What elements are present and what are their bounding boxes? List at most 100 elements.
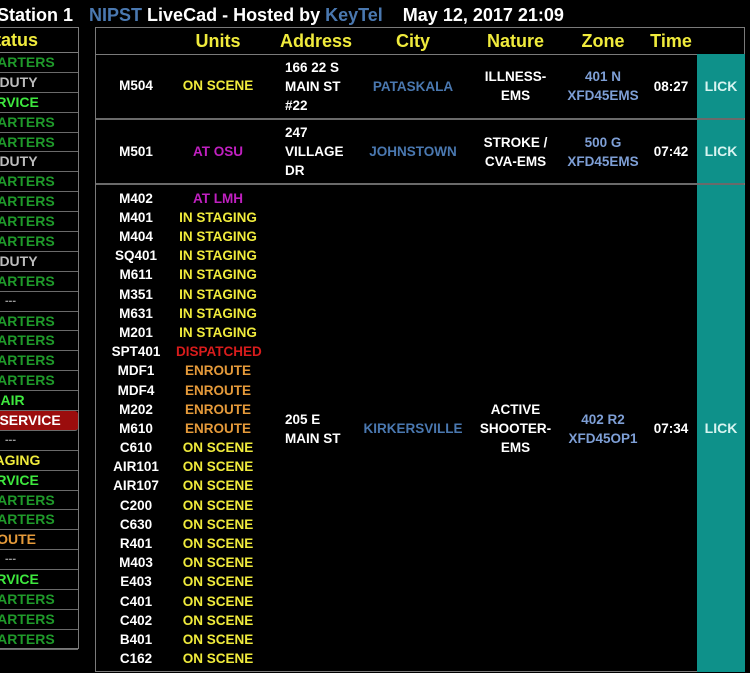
unit-id: M504 xyxy=(119,78,153,94)
incident-row[interactable]: M402 AT LMH M401 IN STAGING M404 IN STAGING SQ… xyxy=(96,185,745,672)
incident-time: 07:42 xyxy=(644,120,698,183)
incident-city-text: KIRKERSVILLE xyxy=(363,421,463,436)
unit-id: R401 xyxy=(119,536,153,552)
unit-id: M501 xyxy=(119,143,153,159)
status-row[interactable]: UARTERS xyxy=(0,212,78,233)
unit-assignment[interactable]: R401 ON SCENE xyxy=(96,534,260,553)
incident-city: KIRKERSVILLE xyxy=(358,185,468,672)
status-row[interactable]: UARTERS xyxy=(0,133,78,153)
unit-status: AT LMH xyxy=(193,190,243,206)
unit-status-panel: tatus UARTERSF DUTYERVICEUARTERSUARTERSF… xyxy=(0,27,79,650)
status-row[interactable]: UARTERS xyxy=(0,371,78,392)
unit-assignment[interactable]: M202 ENROUTE xyxy=(96,400,260,419)
unit-assignment[interactable]: C402 ON SCENE xyxy=(96,611,260,630)
incident-row[interactable]: M504 ON SCENE 166 22 S MAIN ST #22 PATASKAL… xyxy=(96,54,745,120)
unit-assignment[interactable]: C162 ON SCENE xyxy=(96,649,260,668)
click-button[interactable]: LICK xyxy=(697,120,745,183)
unit-assignment[interactable]: M611 IN STAGING xyxy=(96,265,260,284)
unit-assignment[interactable]: M401 IN STAGING xyxy=(96,208,260,227)
unit-assignment[interactable]: B401 ON SCENE xyxy=(96,630,260,649)
status-row[interactable]: F DUTY xyxy=(0,152,78,173)
status-row[interactable]: ROUTE xyxy=(0,530,78,551)
table-header: Units Address City Nature Zone Time xyxy=(96,28,744,55)
unit-assignment[interactable]: AIR107 ON SCENE xyxy=(96,476,260,495)
incident-zone: 401 N XFD45EMS xyxy=(562,54,644,118)
unit-assignment[interactable]: C630 ON SCENE xyxy=(96,515,260,534)
unit-assignment[interactable]: MDF4 ENROUTE xyxy=(96,381,260,400)
status-row[interactable]: UARTERS xyxy=(0,312,78,332)
unit-assignment[interactable]: SQ401 IN STAGING xyxy=(96,246,260,265)
unit-assignment[interactable]: M404 IN STAGING xyxy=(96,227,260,246)
unit-assignment[interactable]: M504 ON SCENE xyxy=(96,76,260,95)
incident-nature-text: ILLNESS-EMS xyxy=(484,69,547,103)
status-row[interactable]: UARTERS xyxy=(0,113,78,133)
status-row[interactable]: F SERVICE xyxy=(0,411,78,431)
unit-status: ON SCENE xyxy=(182,78,254,94)
click-button[interactable]: LICK xyxy=(697,185,745,672)
incident-city-text: JOHNSTOWN xyxy=(369,144,457,159)
status-row[interactable]: N AIR xyxy=(0,391,78,412)
unit-assignments: M504 ON SCENE xyxy=(96,54,260,118)
incident-city: JOHNSTOWN xyxy=(358,120,468,183)
status-row[interactable]: TAGING xyxy=(0,451,78,471)
status-row[interactable]: UARTERS xyxy=(0,590,78,610)
unit-assignment[interactable]: MDF1 ENROUTE xyxy=(96,361,260,380)
unit-assignment[interactable]: SPT401 DISPATCHED xyxy=(96,342,262,361)
unit-assignment[interactable]: M610 ENROUTE xyxy=(96,419,260,438)
unit-status: IN STAGING xyxy=(179,286,257,302)
unit-id: C162 xyxy=(119,651,153,667)
incident-time-text: 08:27 xyxy=(653,78,689,94)
unit-assignment[interactable]: M351 IN STAGING xyxy=(96,285,260,304)
status-row[interactable]: UARTERS xyxy=(0,272,78,292)
column-header-time[interactable]: Time xyxy=(644,28,698,54)
status-list: UARTERSF DUTYERVICEUARTERSUARTERSF DUTYU… xyxy=(0,53,78,650)
status-row[interactable]: UARTERS xyxy=(0,610,78,630)
status-row[interactable]: UARTERS xyxy=(0,331,78,352)
unit-id: C610 xyxy=(119,440,153,456)
status-row[interactable]: UARTERS xyxy=(0,53,78,73)
unit-assignment[interactable]: C401 ON SCENE xyxy=(96,592,260,611)
unit-assignment[interactable]: E403 ON SCENE xyxy=(96,572,260,591)
column-header-city[interactable]: City xyxy=(364,28,462,54)
unit-status: ON SCENE xyxy=(182,651,254,667)
brand-name: NIPST xyxy=(89,5,143,25)
host-name: KeyTel xyxy=(325,5,383,25)
status-row[interactable]: ERVICE xyxy=(0,471,78,491)
status-row[interactable]: --- xyxy=(0,292,78,312)
station-name: t Station 1 xyxy=(0,5,74,25)
unit-assignment[interactable]: M501 AT OSU xyxy=(96,142,260,161)
unit-id: MDF4 xyxy=(117,382,155,398)
status-row[interactable]: UARTERS xyxy=(0,192,78,213)
status-row[interactable]: --- xyxy=(0,550,78,571)
unit-status: ON SCENE xyxy=(182,440,254,456)
status-row[interactable]: UARTERS xyxy=(0,172,78,193)
status-row[interactable]: ERVICE xyxy=(0,570,78,591)
incident-nature: STROKE / CVA-EMS xyxy=(468,120,563,183)
incident-table: Units Address City Nature Zone Time M504… xyxy=(95,27,745,672)
unit-assignment[interactable]: C200 ON SCENE xyxy=(96,496,260,515)
unit-assignment[interactable]: M402 AT LMH xyxy=(96,189,260,208)
column-header-zone[interactable]: Zone xyxy=(562,28,644,54)
unit-assignment[interactable]: M201 IN STAGING xyxy=(96,323,260,342)
status-row[interactable]: UARTERS xyxy=(0,510,78,531)
status-row[interactable]: --- xyxy=(0,431,78,451)
status-row[interactable]: F DUTY xyxy=(0,252,78,272)
column-header-nature[interactable]: Nature xyxy=(468,28,563,54)
unit-assignment[interactable]: M631 IN STAGING xyxy=(96,304,260,323)
status-row[interactable]: UARTERS xyxy=(0,351,78,372)
status-row[interactable]: UARTERS xyxy=(0,232,78,252)
status-row[interactable]: UARTERS xyxy=(0,491,78,511)
unit-assignment[interactable]: AIR101 ON SCENE xyxy=(96,457,260,476)
unit-status: IN STAGING xyxy=(179,324,257,340)
incident-row[interactable]: M501 AT OSU 247 VILLAGE DR JOHNSTOWN STROKE … xyxy=(96,120,745,185)
incident-address-text: 205 E MAIN ST xyxy=(285,411,341,446)
click-button[interactable]: LICK xyxy=(697,54,745,118)
column-header-address[interactable]: Address xyxy=(278,28,354,54)
unit-id: M201 xyxy=(119,324,153,340)
unit-assignment[interactable]: M403 ON SCENE xyxy=(96,553,260,572)
status-row[interactable]: ERVICE xyxy=(0,93,78,113)
status-row[interactable]: UARTERS xyxy=(0,630,78,650)
unit-assignment[interactable]: C610 ON SCENE xyxy=(96,438,260,457)
status-row[interactable]: F DUTY xyxy=(0,73,78,93)
unit-id: M611 xyxy=(119,267,153,283)
